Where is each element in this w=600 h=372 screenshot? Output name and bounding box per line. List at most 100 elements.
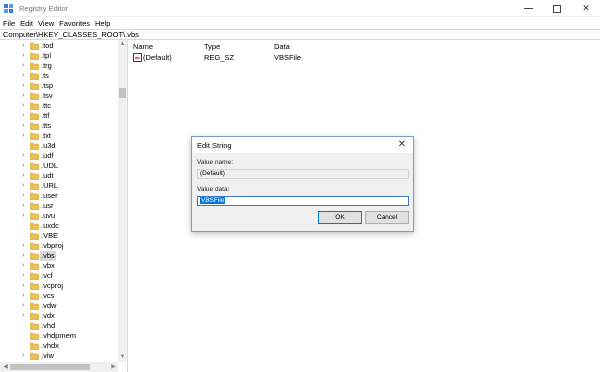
- tree-item[interactable]: › .vbs: [0, 251, 118, 261]
- menu-view[interactable]: View: [38, 19, 54, 28]
- tree-item[interactable]: › .tsp: [0, 81, 118, 91]
- maximize-button[interactable]: [543, 0, 571, 17]
- menu-favorites[interactable]: Favorites: [59, 19, 90, 28]
- tree-item[interactable]: › .vdx: [0, 311, 118, 321]
- tree-item-label: .tsp: [41, 81, 54, 90]
- tree-item[interactable]: › .vcs: [0, 291, 118, 301]
- close-icon: ✕: [582, 3, 590, 13]
- tree-item[interactable]: .uxdc: [0, 221, 118, 231]
- scroll-down-icon[interactable]: ▼: [118, 353, 127, 362]
- string-value-icon: ab: [133, 53, 142, 62]
- chevron-right-icon[interactable]: ›: [22, 41, 28, 51]
- menu-file[interactable]: File: [3, 19, 15, 28]
- tree-item[interactable]: › .txt: [0, 131, 118, 141]
- dialog-close-icon[interactable]: ✕: [395, 138, 409, 151]
- menu-help[interactable]: Help: [95, 19, 110, 28]
- tree-item-label: .tts: [41, 121, 52, 130]
- folder-icon: [30, 312, 39, 320]
- chevron-right-icon[interactable]: ›: [22, 311, 28, 321]
- chevron-right-icon[interactable]: ›: [22, 81, 28, 91]
- tree-item[interactable]: › .tsv: [0, 91, 118, 101]
- minimize-button[interactable]: [514, 0, 542, 17]
- hscroll-thumb[interactable]: [10, 364, 90, 370]
- tree-item[interactable]: › .trg: [0, 61, 118, 71]
- tree-item[interactable]: .VBE: [0, 231, 118, 241]
- chevron-right-icon[interactable]: ›: [22, 351, 28, 361]
- tree-horizontal-scrollbar[interactable]: ◀ ▶: [0, 362, 118, 372]
- tree-item[interactable]: › .ttf: [0, 111, 118, 121]
- chevron-right-icon[interactable]: ›: [22, 111, 28, 121]
- tree-item[interactable]: › .vcproj: [0, 281, 118, 291]
- value-name[interactable]: (Default): [143, 52, 172, 63]
- chevron-right-icon[interactable]: ›: [22, 201, 28, 211]
- tree-item[interactable]: › .udt: [0, 171, 118, 181]
- chevron-right-icon[interactable]: ›: [22, 271, 28, 281]
- value-data-input[interactable]: VBSFile: [197, 196, 409, 206]
- tree-item-label: .ttf: [41, 111, 50, 120]
- chevron-right-icon[interactable]: ›: [22, 51, 28, 61]
- tree-item[interactable]: › .tod: [0, 41, 118, 51]
- tree-item[interactable]: › .uvu: [0, 211, 118, 221]
- tree-item[interactable]: .vhdpmem: [0, 331, 118, 341]
- tree-item[interactable]: .u3d: [0, 141, 118, 151]
- chevron-right-icon[interactable]: ›: [22, 301, 28, 311]
- chevron-right-icon[interactable]: ›: [22, 261, 28, 271]
- scroll-thumb[interactable]: [119, 88, 126, 98]
- tree-item[interactable]: › .URL: [0, 181, 118, 191]
- scroll-up-icon[interactable]: ▲: [118, 40, 127, 49]
- tree-item-label: .u3d: [41, 141, 56, 150]
- chevron-right-icon[interactable]: ›: [22, 91, 28, 101]
- chevron-right-icon[interactable]: ›: [22, 131, 28, 141]
- tree-item-label: .tpl: [41, 51, 52, 60]
- chevron-right-icon[interactable]: ›: [22, 71, 28, 81]
- ok-button[interactable]: OK: [318, 211, 362, 224]
- folder-icon: [30, 62, 39, 70]
- chevron-right-icon[interactable]: ›: [22, 161, 28, 171]
- chevron-right-icon[interactable]: ›: [22, 281, 28, 291]
- tree-item-label: .ts: [41, 71, 49, 80]
- tree-item[interactable]: › .user: [0, 191, 118, 201]
- chevron-right-icon[interactable]: ›: [22, 151, 28, 161]
- tree-item-label: .ttc: [41, 101, 52, 110]
- chevron-right-icon[interactable]: ›: [22, 211, 28, 221]
- value-name-label: Value name:: [197, 159, 234, 166]
- tree-item[interactable]: .vhd: [0, 321, 118, 331]
- tree-item[interactable]: › .tpl: [0, 51, 118, 61]
- chevron-right-icon[interactable]: ›: [22, 101, 28, 111]
- tree-item[interactable]: › .vbx: [0, 261, 118, 271]
- chevron-right-icon[interactable]: ›: [22, 171, 28, 181]
- tree-item[interactable]: › .vcf: [0, 271, 118, 281]
- tree-item[interactable]: › .UDL: [0, 161, 118, 171]
- minimize-icon: [523, 8, 533, 9]
- tree-item-label: .usr: [41, 201, 54, 210]
- chevron-right-icon[interactable]: ›: [22, 291, 28, 301]
- tree-item[interactable]: › .vdw: [0, 301, 118, 311]
- column-header-name[interactable]: Name: [133, 42, 153, 52]
- column-header-data[interactable]: Data: [274, 42, 290, 52]
- scroll-left-icon[interactable]: ◀: [1, 362, 10, 372]
- chevron-right-icon[interactable]: ›: [22, 191, 28, 201]
- tree-item[interactable]: › .tts: [0, 121, 118, 131]
- chevron-right-icon[interactable]: ›: [22, 61, 28, 71]
- tree-item[interactable]: › .usr: [0, 201, 118, 211]
- column-header-type[interactable]: Type: [204, 42, 220, 52]
- chevron-right-icon[interactable]: ›: [22, 121, 28, 131]
- scroll-right-icon[interactable]: ▶: [109, 362, 118, 372]
- tree-vertical-scrollbar[interactable]: ▲ ▼: [118, 40, 127, 362]
- folder-icon: [30, 232, 39, 240]
- cancel-button[interactable]: Cancel: [365, 211, 409, 224]
- value-type: REG_SZ: [204, 53, 235, 62]
- tree-item[interactable]: › .viw: [0, 351, 118, 361]
- chevron-right-icon[interactable]: ›: [22, 251, 28, 261]
- chevron-right-icon[interactable]: ›: [22, 241, 28, 251]
- menu-edit[interactable]: Edit: [20, 19, 33, 28]
- address-bar[interactable]: Computer\HKEY_CLASSES_ROOT\.vbs: [0, 29, 600, 40]
- tree-item[interactable]: › .udf: [0, 151, 118, 161]
- chevron-right-icon[interactable]: ›: [22, 181, 28, 191]
- close-button[interactable]: ✕: [572, 0, 600, 17]
- tree-item[interactable]: › .ts: [0, 71, 118, 81]
- tree-item-label: .vcs: [41, 291, 55, 300]
- tree-item[interactable]: .vhdx: [0, 341, 118, 351]
- tree-item[interactable]: › .vbproj: [0, 241, 118, 251]
- tree-item[interactable]: › .ttc: [0, 101, 118, 111]
